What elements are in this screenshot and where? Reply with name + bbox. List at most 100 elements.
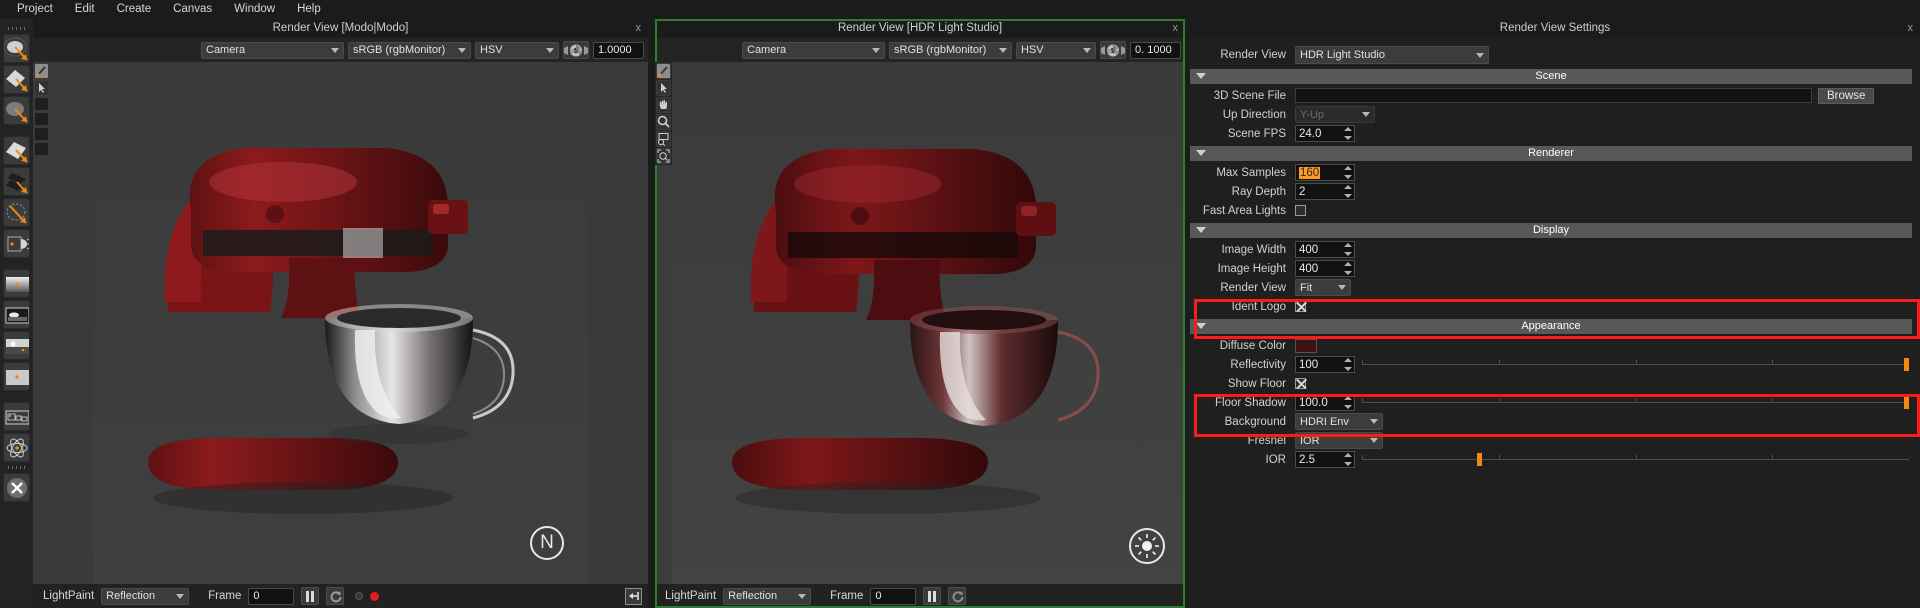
modo-frame-input[interactable]: 0	[248, 587, 295, 605]
pan-tool[interactable]	[656, 97, 671, 113]
hdrls-render-canvas[interactable]	[655, 62, 1185, 584]
diffuse-color-swatch[interactable]	[1295, 338, 1317, 353]
pointer-tool[interactable]	[34, 80, 49, 96]
ior-input[interactable]: 2.5	[1295, 451, 1355, 468]
spinner-arrows[interactable]	[1344, 262, 1352, 275]
reflectivity-slider[interactable]	[1362, 356, 1909, 373]
ray-depth-input[interactable]: 2	[1295, 183, 1355, 200]
refresh-icon[interactable]	[948, 587, 967, 605]
swatch-4[interactable]	[34, 142, 49, 156]
image-height-input[interactable]: 400	[1295, 260, 1355, 277]
menu-item-project[interactable]: Project	[6, 0, 64, 19]
zoom-tool[interactable]	[656, 114, 671, 130]
swatch-2[interactable]	[34, 112, 49, 126]
menu-item-canvas[interactable]: Canvas	[162, 0, 223, 19]
swatch-1[interactable]	[34, 97, 49, 111]
light-soft-tool[interactable]	[3, 96, 30, 125]
modo-mode-select[interactable]: HSV	[475, 41, 559, 59]
close-icon[interactable]: x	[1908, 19, 1914, 38]
zoom-region-tool[interactable]	[656, 131, 671, 147]
light-plane-tool[interactable]	[3, 136, 30, 165]
aperture-icon[interactable]	[563, 41, 589, 59]
spinner-arrows[interactable]	[1344, 396, 1352, 409]
group-header-appearance[interactable]: Appearance	[1190, 319, 1912, 334]
group-header-scene[interactable]: Scene	[1190, 69, 1912, 84]
modo-render-canvas[interactable]: N	[33, 62, 648, 584]
fast-area-lights-row: Fast Area Lights	[1190, 201, 1912, 220]
ior-slider[interactable]	[1362, 451, 1909, 468]
scene-fps-input[interactable]: 24.0	[1295, 125, 1355, 142]
modo-exposure-input[interactable]: 1.0000	[593, 41, 644, 59]
group-header-display[interactable]: Display	[1190, 223, 1912, 238]
scene-file-input[interactable]	[1295, 88, 1812, 103]
slider-knob[interactable]	[1904, 358, 1909, 371]
background-select[interactable]: HDRI Env	[1295, 413, 1383, 430]
toolbar-drag-handle[interactable]	[0, 25, 33, 32]
display-render-view-select[interactable]: Fit	[1295, 279, 1351, 296]
group-header-renderer[interactable]: Renderer	[1190, 146, 1912, 161]
hdrls-paintmode-select[interactable]: Reflection	[723, 587, 812, 605]
hdri-flat-preset[interactable]	[3, 362, 30, 391]
menu-item-help[interactable]: Help	[286, 0, 332, 19]
modo-colorspace-select[interactable]: sRGB (rgbMonitor)	[348, 41, 471, 59]
atom-render-tool[interactable]	[3, 433, 30, 462]
hdrls-exposure-input[interactable]: 0. 1000	[1130, 41, 1181, 59]
spinner-arrows[interactable]	[1344, 185, 1352, 198]
light-sphere-tool[interactable]	[3, 34, 30, 63]
chevron-down-icon	[1370, 419, 1378, 424]
menu-item-window[interactable]: Window	[223, 0, 286, 19]
hdrls-mode-select[interactable]: HSV	[1016, 41, 1096, 59]
fast-area-lights-checkbox[interactable]	[1295, 205, 1306, 216]
menu-item-create[interactable]: Create	[106, 0, 163, 19]
light-multi-tool[interactable]	[3, 167, 30, 196]
hdri-gradient-preset[interactable]	[3, 269, 30, 298]
light-quad-tool[interactable]	[3, 65, 30, 94]
spinner-arrows[interactable]	[1344, 127, 1352, 140]
browse-button[interactable]: Browse	[1818, 87, 1875, 104]
pointer-tool[interactable]	[656, 80, 671, 96]
up-direction-select[interactable]: Y-Up	[1295, 106, 1375, 123]
aperture-icon[interactable]	[1100, 41, 1126, 59]
image-height-row: Image Height 400	[1190, 259, 1912, 278]
modo-paintmode-select[interactable]: Reflection	[101, 587, 190, 605]
floor-shadow-input[interactable]: 100.0	[1295, 394, 1355, 411]
menu-item-edit[interactable]: Edit	[64, 0, 106, 19]
modo-camera-select[interactable]: Camera	[201, 41, 344, 59]
pause-icon[interactable]	[923, 587, 942, 605]
fresnel-select[interactable]: IOR	[1295, 432, 1383, 449]
hdrls-camera-select[interactable]: Camera	[742, 41, 885, 59]
close-tool[interactable]	[3, 473, 30, 502]
toolbar-drag-handle-bottom[interactable]	[0, 464, 33, 471]
slider-knob[interactable]	[1476, 453, 1482, 466]
slider-knob[interactable]	[1904, 396, 1909, 409]
hdrls-colorspace-select[interactable]: sRGB (rgbMonitor)	[889, 41, 1012, 59]
ident-logo-checkbox[interactable]	[1295, 301, 1306, 312]
image-width-input[interactable]: 400	[1295, 241, 1355, 258]
reflectivity-input[interactable]: 100	[1295, 356, 1355, 373]
close-icon[interactable]: x	[1173, 19, 1179, 38]
spinner-arrows[interactable]	[1344, 243, 1352, 256]
hdri-env-preset[interactable]	[3, 300, 30, 329]
swatch-3[interactable]	[34, 127, 49, 141]
light-arc-tool[interactable]	[3, 198, 30, 227]
spinner-arrows[interactable]	[1344, 358, 1352, 371]
brush-tool[interactable]	[656, 63, 671, 79]
max-samples-input[interactable]: 160	[1295, 164, 1355, 181]
spinner-arrows[interactable]	[1344, 166, 1352, 179]
hdri-sky-preset[interactable]	[3, 331, 30, 360]
hdrls-frame-input[interactable]: 0	[870, 587, 917, 605]
brush-tool[interactable]	[34, 63, 49, 79]
pause-icon[interactable]	[301, 587, 320, 605]
show-floor-checkbox[interactable]	[1295, 378, 1306, 389]
layer-stack-tool[interactable]	[3, 402, 30, 431]
close-icon[interactable]: x	[636, 19, 642, 38]
floor-shadow-slider[interactable]	[1362, 394, 1909, 411]
light-gradient-tool[interactable]	[3, 229, 30, 258]
settings-render-view-select[interactable]: HDR Light Studio	[1295, 46, 1489, 64]
record-dot[interactable]	[370, 591, 380, 601]
spinner-arrows[interactable]	[1344, 453, 1352, 466]
toolbar-separator-1	[0, 127, 33, 134]
collapse-left-icon[interactable]	[625, 587, 642, 605]
refresh-icon[interactable]	[326, 587, 345, 605]
zoom-fit-tool[interactable]	[656, 148, 671, 164]
